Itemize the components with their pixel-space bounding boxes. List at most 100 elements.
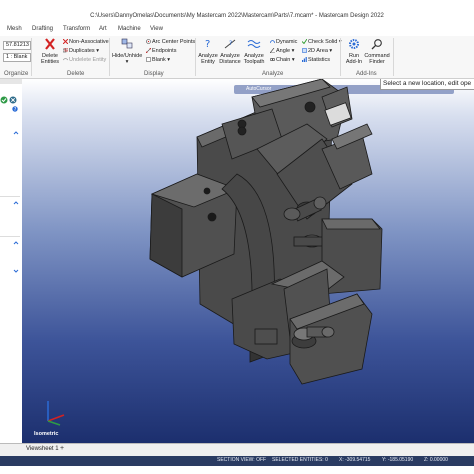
delete-small-icon xyxy=(63,39,68,45)
analyze-entity-icon: ? xyxy=(205,39,210,50)
group-label-addins: Add-Ins xyxy=(356,71,377,77)
angle-icon xyxy=(270,48,275,54)
y-coordinate: Y: -185.05190 xyxy=(382,457,414,463)
tab-art[interactable]: Art xyxy=(99,26,107,32)
duplicates-button[interactable]: Duplicates ▾ xyxy=(63,48,99,54)
analyze-distance-icon: ? xyxy=(224,39,236,49)
undelete-entity-label: Undelete Entity xyxy=(69,57,107,63)
analyze-entity-label: Analyze Entity xyxy=(198,53,218,65)
svg-text:?: ? xyxy=(205,39,210,50)
help-icon[interactable]: ? xyxy=(12,106,18,112)
check-solid-icon xyxy=(302,39,307,45)
hide-unhide-icon xyxy=(121,38,133,49)
undelete-icon xyxy=(63,58,68,61)
tab-view[interactable]: View xyxy=(150,26,163,32)
non-associative-button[interactable]: Non-Associative xyxy=(63,39,109,45)
title-bar: C:\Users\DannyOmelas\Documents\My Master… xyxy=(0,0,474,26)
analyze-toolpath-button[interactable]: Analyze Toolpath xyxy=(241,38,267,65)
chain-button[interactable]: Chain ▾ xyxy=(270,57,295,63)
tab-machine[interactable]: Machine xyxy=(118,26,141,32)
bottom-strip xyxy=(0,466,474,474)
statistics-button[interactable]: Statistics xyxy=(302,57,330,63)
analyze-distance-button[interactable]: ? Analyze Distance xyxy=(219,38,241,65)
blank-button[interactable]: Blank ▾ xyxy=(146,57,170,63)
dynamic-label: Dynamic xyxy=(276,39,298,45)
angle-button[interactable]: Angle ▾ xyxy=(270,48,294,54)
dynamic-button[interactable]: Dynamic xyxy=(270,39,297,45)
graphics-viewport[interactable]: AutoCursor Select a new location, edit o… xyxy=(22,79,474,443)
hide-unhide-label: Hide/Unhide xyxy=(112,53,143,59)
analyze-entity-button[interactable]: ? Analyze Entity xyxy=(197,38,219,65)
section-view-status[interactable]: SECTION VIEW: OFF xyxy=(217,457,266,463)
check-solid-button[interactable]: Check Solid ▾ xyxy=(302,39,342,45)
collapse-chevron-icon[interactable] xyxy=(13,130,19,136)
chain-label: Chain xyxy=(276,57,291,63)
arc-center-points-button[interactable]: Arc Center Points xyxy=(146,39,195,45)
duplicates-icon xyxy=(63,48,68,53)
ribbon: 57.81213 1 : Blank Organize Delete Entit… xyxy=(0,36,474,79)
panel-divider xyxy=(0,236,20,237)
analyze-distance-label: Analyze Distance xyxy=(219,53,241,65)
non-associative-label: Non-Associative xyxy=(69,39,109,45)
undelete-entity-button[interactable]: Undelete Entity xyxy=(63,57,106,63)
viewsheet-bar: Viewsheet 1 + xyxy=(0,443,474,457)
panel-header xyxy=(0,79,22,84)
group-separator xyxy=(340,38,341,76)
svg-text:?: ? xyxy=(229,40,232,47)
endpoints-icon xyxy=(146,48,151,54)
area-2d-button[interactable]: 2D Area ▾ xyxy=(302,48,332,54)
expand-chevron-icon[interactable] xyxy=(13,268,19,274)
delete-entities-button[interactable]: Delete Entities xyxy=(38,38,62,65)
svg-text:?: ? xyxy=(14,107,17,112)
chain-icon xyxy=(270,58,275,62)
check-solid-label: Check Solid xyxy=(308,39,338,45)
group-separator xyxy=(393,38,394,76)
statistics-label: Statistics xyxy=(308,57,331,63)
left-manager-panel: ? xyxy=(0,79,23,443)
dynamic-icon xyxy=(270,40,275,44)
cancel-icon[interactable] xyxy=(9,96,17,104)
group-separator xyxy=(109,38,110,76)
duplicates-label: Duplicates xyxy=(69,48,95,54)
endpoints-button[interactable]: Endpoints xyxy=(146,48,176,54)
tab-transform[interactable]: Transform xyxy=(63,26,90,32)
axis-triad-icon xyxy=(47,401,65,426)
level-value-input[interactable]: 57.81213 xyxy=(3,41,31,50)
level-name-select[interactable]: 1 : Blank xyxy=(3,53,31,62)
window-title: C:\Users\DannyOmelas\Documents\My Master… xyxy=(90,13,384,19)
panel-divider xyxy=(0,196,20,197)
area-2d-label: 2D Area xyxy=(308,48,328,54)
statistics-icon xyxy=(302,57,307,63)
cad-fixture-model[interactable] xyxy=(22,79,474,443)
viewsheet-tab[interactable]: Viewsheet 1 xyxy=(26,446,59,452)
hide-unhide-button[interactable]: Hide/Unhide ▾ xyxy=(112,38,142,65)
delete-entities-label: Delete Entities xyxy=(40,53,60,65)
status-bar: SECTION VIEW: OFF SELECTED ENTITIES: 0 X… xyxy=(0,456,474,466)
analyze-toolpath-label: Analyze Toolpath xyxy=(243,53,265,65)
collapse-chevron-icon[interactable] xyxy=(13,200,19,206)
tab-drafting[interactable]: Drafting xyxy=(32,26,53,32)
blank-icon xyxy=(146,57,151,62)
gear-icon xyxy=(349,39,359,49)
run-addin-button[interactable]: Run Add-In xyxy=(343,38,365,65)
command-finder-label: Command Finder xyxy=(364,53,390,65)
group-label-analyze: Analyze xyxy=(262,71,284,77)
run-addin-label: Run Add-In xyxy=(345,53,363,65)
group-label-delete: Delete xyxy=(67,71,85,77)
analyze-toolpath-icon xyxy=(247,40,261,48)
view-name-label: Isometric xyxy=(34,431,59,437)
angle-label: Angle xyxy=(276,48,291,54)
selected-entities-status[interactable]: SELECTED ENTITIES: 0 xyxy=(272,457,328,463)
collapse-chevron-icon[interactable] xyxy=(13,240,19,246)
arc-center-icon xyxy=(146,39,151,44)
command-finder-button[interactable]: Command Finder xyxy=(364,38,390,65)
group-separator xyxy=(31,38,32,76)
search-icon xyxy=(371,39,382,50)
group-separator xyxy=(195,38,196,76)
blank-label: Blank xyxy=(152,57,166,63)
tab-mesh[interactable]: Mesh xyxy=(7,26,22,32)
delete-x-icon xyxy=(45,38,55,50)
ok-icon[interactable] xyxy=(0,96,8,104)
add-viewsheet-button[interactable]: + xyxy=(60,445,64,452)
x-coordinate: X: -309.54715 xyxy=(339,457,371,463)
